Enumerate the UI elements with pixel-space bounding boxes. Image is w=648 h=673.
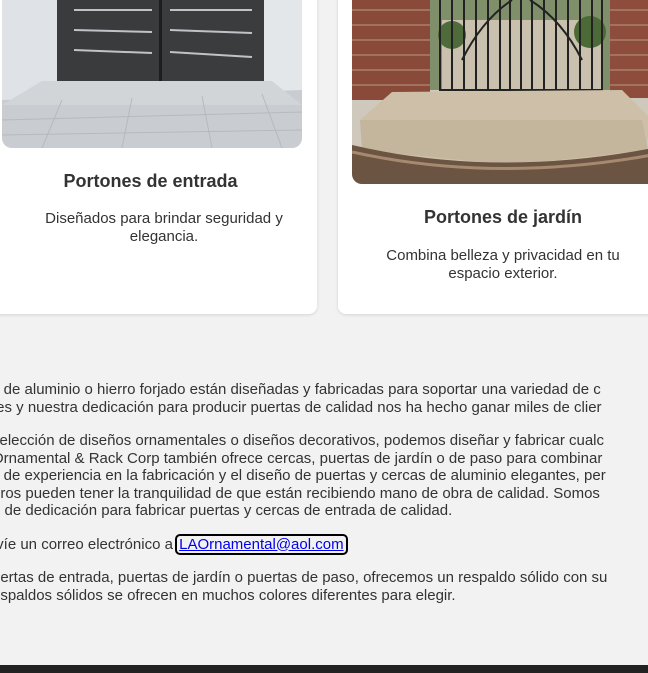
text-line: uros pueden tener la tranquilidad de que… [0,484,600,502]
product-card-entrance-gates: Portones de entrada Diseñados para brind… [0,0,317,314]
text-line: Ornamental & Rack Corp también ofrece ce… [0,449,603,467]
card-title: Portones de jardín [423,207,583,227]
contact-text: ıvíe un correo electrónico a [0,535,178,553]
footer-bar [0,665,648,673]
entrance-gate-image [2,0,302,148]
contact-paragraph: ıvíe un correo electrónico a LAOrnamenta… [0,533,648,555]
card-description: Combina belleza y privacidad en tu espac… [386,247,620,282]
text-line: s de aluminio o hierro forjado están dis… [0,381,601,398]
about-paragraph: uertas de entrada, puertas de jardín o p… [0,569,648,604]
email-link[interactable]: LAOrnamental@aol.com [175,533,348,555]
about-paragraph: selección de diseños ornamentales o dise… [0,432,648,520]
card-description: Diseñados para brindar seguridad y elega… [45,210,283,245]
text-line: selección de diseños ornamentales o dise… [0,432,605,449]
text-line: o de dedicación para fabricar puertas y … [0,502,453,519]
text-line: uertas de entrada, puertas de jardín o p… [0,569,608,586]
text-line: espaldos sólidos se ofrecen en muchos co… [0,586,456,604]
garden-gate-image [352,0,648,184]
about-section: s de aluminio o hierro forjado están dis… [0,381,648,620]
card-title: Portones de entrada [63,171,238,191]
about-paragraph: s de aluminio o hierro forjado están dis… [0,381,648,416]
text-line: s de experiencia en la fabricación y el … [0,467,606,484]
product-card-garden-gates: Portones de jardín Combina belleza y pri… [338,0,648,314]
text-line: tes y nuestra dedicación para producir p… [0,398,602,416]
